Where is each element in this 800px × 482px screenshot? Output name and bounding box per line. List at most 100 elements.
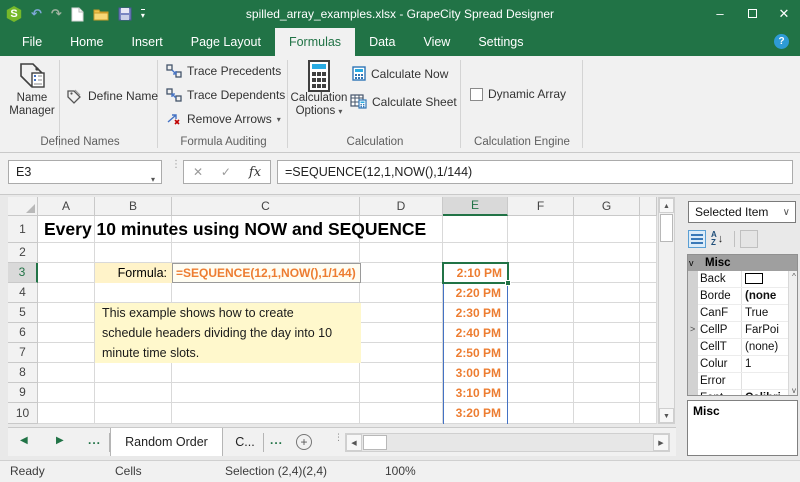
calculate-now-button[interactable]: Calculate Now [352,66,448,81]
property-category-row[interactable]: v Misc [688,255,798,271]
cell-H8[interactable] [640,363,657,383]
cell-H10[interactable] [640,403,657,424]
ribbon-tab-formulas[interactable]: Formulas [275,28,355,56]
qat-customize-caret-icon[interactable]: ▾ [141,9,145,20]
property-grid-scrollbar[interactable]: ^ v [788,271,798,396]
cell-G10[interactable] [574,403,640,424]
property-row-canf[interactable]: CanFTrue [698,305,788,322]
cell-G2[interactable] [574,243,640,263]
trace-dependents-button[interactable]: Trace Dependents [166,88,285,102]
cell-E8-time[interactable]: 3:00 PM [443,363,508,383]
cell-F3[interactable] [508,263,574,283]
cell-B8[interactable] [95,363,172,383]
column-header-D[interactable]: D [360,197,443,216]
column-header-F[interactable]: F [508,197,574,216]
scroll-left-icon[interactable]: ◀ [346,434,362,451]
cell-F10[interactable] [508,403,574,424]
cell-A6[interactable] [38,323,95,343]
vertical-scroll-thumb[interactable] [660,214,673,242]
row-header-2[interactable]: 2 [8,243,38,263]
sheet-nav-prev-icon[interactable]: ◀ [20,435,28,446]
redo-icon[interactable]: ↷ [51,6,62,22]
cell-B3-formula-label[interactable]: Formula: [95,263,172,283]
horizontal-scrollbar[interactable]: ◀ ▶ [345,433,670,452]
cell-B4[interactable] [95,283,172,303]
help-icon[interactable]: ? [774,34,789,49]
row-header-4[interactable]: 4 [8,283,38,303]
sheet-tab-random-order[interactable]: Random Order [110,428,223,456]
cell-C8[interactable] [172,363,360,383]
cell-H4[interactable] [640,283,657,303]
insert-function-icon[interactable]: fx [249,165,261,180]
cell-E4-time[interactable]: 2:20 PM [443,283,508,303]
row-header-1[interactable]: 1 [8,216,38,243]
cell-G6[interactable] [574,323,640,343]
cell-D7[interactable] [360,343,443,363]
cell-A8[interactable] [38,363,95,383]
cell-E2[interactable] [443,243,508,263]
cell-D9[interactable] [360,383,443,403]
property-row-cellt[interactable]: CellT(none) [698,339,788,356]
formula-input[interactable]: =SEQUENCE(12,1,NOW(),1/144) [277,160,793,184]
cell-E7-time[interactable]: 2:50 PM [443,343,508,363]
cell-H1[interactable] [640,216,657,243]
row-header-9[interactable]: 9 [8,383,38,403]
cell-E10-time[interactable]: 3:20 PM [443,403,508,424]
cell-H5[interactable] [640,303,657,323]
cell-E5-time[interactable]: 2:30 PM [443,303,508,323]
property-row-font[interactable]: FontCalibri [698,390,788,396]
cell-H9[interactable] [640,383,657,403]
property-row-borde[interactable]: Borde(none [698,288,788,305]
column-header-E[interactable]: E [443,197,508,216]
define-name-button[interactable]: Define Name [66,88,158,104]
save-icon[interactable] [118,7,132,21]
horizontal-scroll-thumb[interactable] [363,435,387,450]
cell-G8[interactable] [574,363,640,383]
row-header-5[interactable]: 5 [8,303,38,323]
vertical-scrollbar[interactable]: ▲ ▼ [658,197,675,424]
maximize-button[interactable] [736,0,768,28]
select-all-corner[interactable] [8,197,38,216]
column-header-G[interactable]: G [574,197,640,216]
cell-B9[interactable] [95,383,172,403]
property-value[interactable]: True [742,305,788,321]
add-sheet-icon[interactable]: + [296,434,312,450]
property-row-colur[interactable]: Colur1 [698,356,788,373]
ribbon-tab-data[interactable]: Data [355,28,409,56]
cell-G1[interactable] [574,216,640,243]
calculate-sheet-button[interactable]: Calculate Sheet [350,94,457,109]
cell-title-text[interactable]: Every 10 minutes using NOW and SEQUENCE [44,216,564,243]
property-value[interactable]: (none [742,288,788,304]
column-header-A[interactable]: A [38,197,95,216]
cell-D3[interactable] [360,263,443,283]
ribbon-tab-settings[interactable]: Settings [464,28,537,56]
column-header-C[interactable]: C [172,197,360,216]
note-box[interactable]: This example shows how to create schedul… [95,303,361,363]
cell-A9[interactable] [38,383,95,403]
scroll-down-icon[interactable]: v [789,385,798,396]
cell-F9[interactable] [508,383,574,403]
property-row-cellp[interactable]: CellPFarPoi [698,322,788,339]
property-row-back[interactable]: Back [698,271,788,288]
expander-icon[interactable]: > [690,324,695,334]
cell-G4[interactable] [574,283,640,303]
name-box-dropdown-icon[interactable]: ▾ [151,169,155,191]
trace-precedents-button[interactable]: Trace Precedents [166,64,281,78]
property-value[interactable]: Calibri [742,390,788,396]
cell-B2[interactable] [95,243,172,263]
close-button[interactable]: ✕ [768,0,800,28]
cell-F8[interactable] [508,363,574,383]
column-header-B[interactable]: B [95,197,172,216]
row-header-3[interactable]: 3 [8,263,38,283]
cell-G5[interactable] [574,303,640,323]
row-header-10[interactable]: 10 [8,403,38,424]
cell-H6[interactable] [640,323,657,343]
cell-H3[interactable] [640,263,657,283]
sheet-nav-next-icon[interactable]: ▶ [56,435,64,446]
property-value[interactable]: 1 [742,356,788,372]
ribbon-tab-view[interactable]: View [409,28,464,56]
cell-A7[interactable] [38,343,95,363]
cell-F7[interactable] [508,343,574,363]
dynamic-array-checkbox[interactable]: Dynamic Array [470,87,566,101]
selected-item-dropdown[interactable]: Selected Item ∨ [688,201,796,223]
